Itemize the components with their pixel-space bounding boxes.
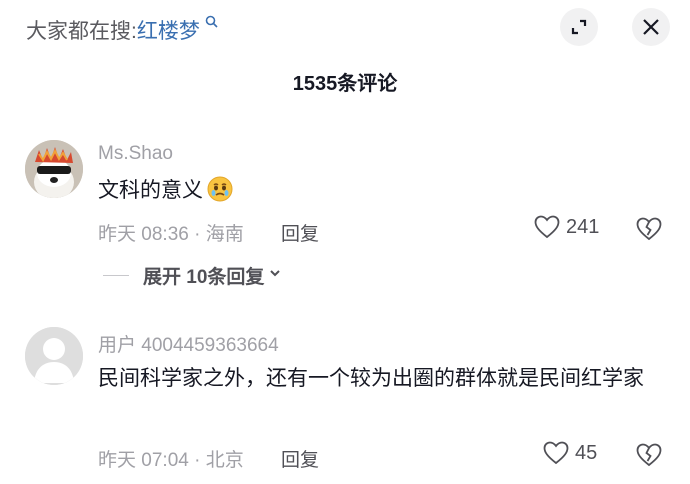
dislike-button[interactable] <box>636 443 662 472</box>
heart-icon <box>534 215 560 239</box>
close-button[interactable] <box>632 8 670 46</box>
dislike-button[interactable] <box>636 217 662 246</box>
divider <box>103 275 129 276</box>
comment-count-title: 1535条评论 <box>292 73 398 95</box>
avatar[interactable] <box>25 140 83 198</box>
comment-text: 民间科学家之外，还有一个较为出圈的群体就是民间红学家 <box>98 367 644 390</box>
collapse-icon <box>571 19 587 35</box>
top-bar: 大家都在搜:红楼梦 <box>0 0 690 60</box>
like-button[interactable]: 45 <box>543 441 597 465</box>
comment-username[interactable]: 用户 4004459363664 <box>98 330 279 357</box>
reply-button[interactable]: 回复 <box>281 219 319 246</box>
comment-meta: 昨天 08:36 · 海南 <box>98 224 244 245</box>
avatar[interactable] <box>25 327 83 385</box>
broken-heart-icon <box>636 217 662 241</box>
like-count: 241 <box>566 215 600 238</box>
like-button[interactable]: 241 <box>534 215 599 239</box>
search-suggestion[interactable]: 大家都在搜:红楼梦 <box>26 15 218 45</box>
comment-meta: 昨天 07:04 · 北京 <box>98 450 244 471</box>
chevron-down-icon <box>268 266 282 285</box>
search-keyword-link[interactable]: 红楼梦 <box>137 20 200 43</box>
search-suggestion-label: 大家都在搜: <box>26 20 137 43</box>
collapse-button[interactable] <box>560 8 598 46</box>
comment-text-body: 文科的意义 <box>98 179 203 202</box>
reply-button[interactable]: 回复 <box>281 445 319 472</box>
search-icon <box>201 15 218 32</box>
broken-heart-icon <box>636 443 662 467</box>
expand-replies-label: 展开 10条回复 <box>143 267 265 288</box>
comment-text: 文科的意义 <box>98 172 658 214</box>
crying-face-emoji-icon <box>207 176 233 214</box>
heart-icon <box>543 441 569 465</box>
like-count: 45 <box>575 441 598 464</box>
expand-replies-button[interactable]: 展开 10条回复 <box>103 262 282 289</box>
comment-username[interactable]: Ms.Shao <box>98 143 173 165</box>
close-icon <box>643 19 659 35</box>
